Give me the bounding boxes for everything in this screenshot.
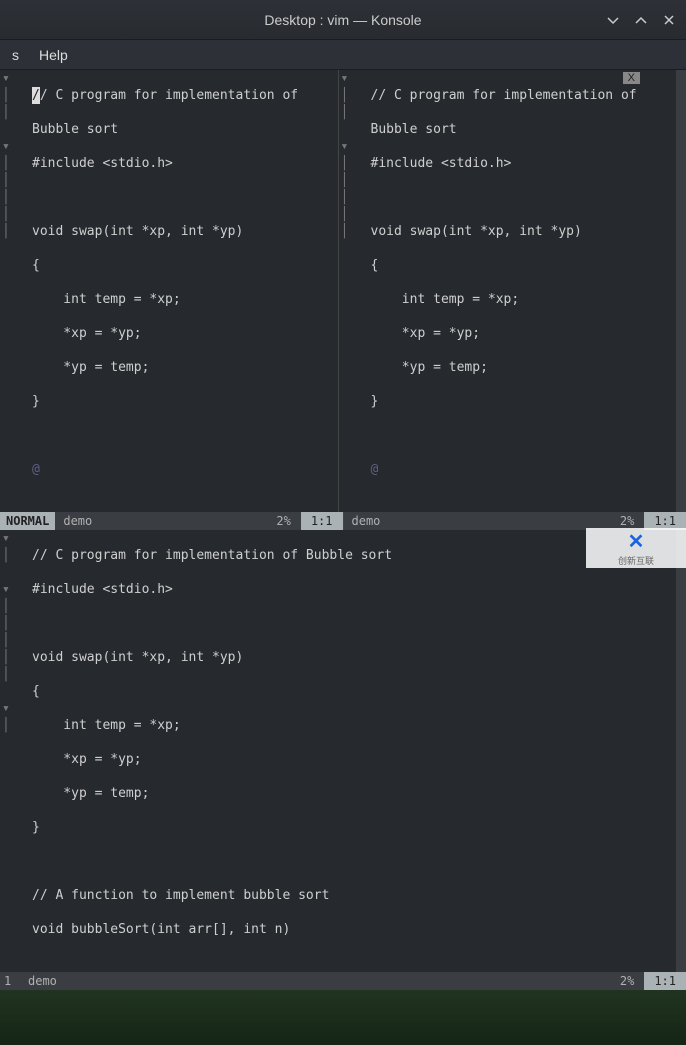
gutter-bottom: ▾ │ ▾ │ │ │ │ │ ▾ │ [0, 530, 24, 972]
position-indicator: 1:1 [301, 512, 343, 530]
position-indicator: 1:1 [644, 972, 686, 990]
gutter-left: ▾ │ │ ▾ │ │ │ │ │ [0, 70, 24, 512]
status-line-bottom: 1 demo 2% 1:1 [0, 972, 686, 990]
desktop-background [0, 990, 686, 1045]
scrollbar-vertical[interactable] [676, 70, 686, 512]
editor-pane-top-left[interactable]: ▾ │ │ ▾ │ │ │ │ │ // C program for imple [0, 70, 338, 512]
menu-item-s[interactable]: s [8, 45, 23, 65]
menu-bar: s Help [0, 40, 686, 70]
code-right[interactable]: // C program for implementation of Bubbl… [363, 70, 677, 512]
mode-indicator: NORMAL [0, 512, 55, 530]
file-name: demo [344, 514, 389, 528]
watermark-logo-icon: ✕ [628, 529, 645, 554]
percent-indicator: 2% [610, 514, 644, 528]
maximize-icon[interactable] [632, 11, 650, 29]
at-marker: @ [371, 461, 677, 478]
watermark-text: 创新互联 [618, 554, 654, 567]
code-bottom[interactable]: // C program for implementation of Bubbl… [24, 530, 676, 972]
percent-indicator: 2% [610, 974, 644, 988]
editor-pane-bottom[interactable]: ▾ │ ▾ │ │ │ │ │ ▾ │ // C program for imp… [0, 530, 686, 972]
line-number: 1 [0, 974, 20, 988]
close-icon[interactable] [660, 11, 678, 29]
menu-item-help[interactable]: Help [35, 45, 72, 65]
gutter-right: ▾ │ │ ▾ │ │ │ │ │ [339, 70, 363, 512]
editor-area: X ▾ │ │ ▾ │ │ │ │ │ [0, 70, 686, 990]
minimize-icon[interactable] [604, 11, 622, 29]
code-left[interactable]: // C program for implementation of Bubbl… [24, 70, 338, 512]
file-name: demo [20, 974, 65, 988]
file-name: demo [55, 514, 100, 528]
editor-pane-top-right[interactable]: ▾ │ │ ▾ │ │ │ │ │ // C program for imple [338, 70, 677, 512]
title-bar[interactable]: Desktop : vim — Konsole [0, 0, 686, 40]
cursor: / [32, 87, 40, 104]
at-marker: @ [32, 461, 338, 478]
percent-indicator: 2% [266, 514, 300, 528]
status-line-top-left: NORMAL demo 2% 1:1 [0, 512, 343, 530]
window-title: Desktop : vim — Konsole [0, 12, 686, 28]
watermark: ✕ 创新互联 [586, 528, 686, 568]
scrollbar-vertical[interactable] [676, 530, 686, 972]
